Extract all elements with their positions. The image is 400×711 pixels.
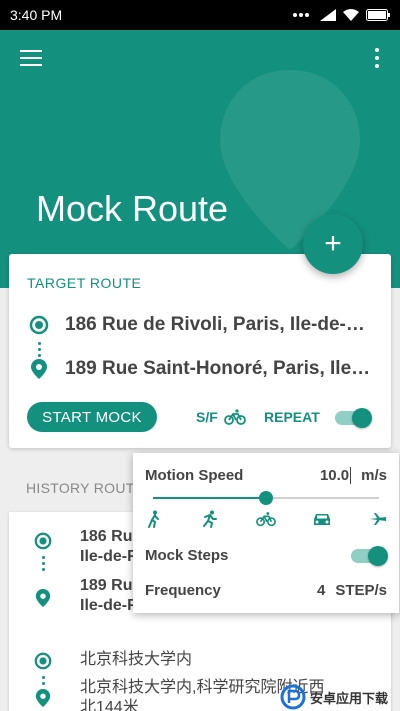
watermark-logo-icon <box>280 684 306 710</box>
frequency-label: Frequency <box>145 582 221 599</box>
sf-button[interactable]: S/F <box>196 409 246 425</box>
menu-button[interactable] <box>20 50 42 68</box>
plus-icon: + <box>324 227 342 260</box>
cell-signal-icon <box>320 9 336 21</box>
start-mock-button[interactable]: START MOCK <box>27 402 157 432</box>
frequency-unit: STEP/s <box>335 582 387 599</box>
slider-thumb[interactable] <box>259 491 273 505</box>
start-address-row[interactable]: 186 Rue de Rivoli, Paris, Ile-de-France,… <box>29 314 379 336</box>
repeat-label: REPEAT <box>264 409 320 425</box>
add-route-button[interactable]: + <box>303 214 363 274</box>
battery-icon <box>366 9 390 21</box>
motion-speed-value[interactable]: 10.0 <box>320 467 352 484</box>
end-address-row[interactable]: 189 Rue Saint-Honoré, Paris, Ile-de-Fran… <box>29 358 379 380</box>
page-title: Mock Route <box>36 188 229 229</box>
car-icon[interactable] <box>311 509 333 529</box>
route-connector <box>42 556 46 574</box>
motion-settings-popup: Motion Speed 10.0 m/s Mock Steps Frequen… <box>133 453 399 613</box>
sf-label: S/F <box>196 409 218 425</box>
motion-speed-label: Motion Speed <box>145 467 244 484</box>
end-address: 189 Rue Saint-Honoré, Paris, Ile-de-Fran… <box>65 358 375 379</box>
target-route-card: TARGET ROUTE 186 Rue de Rivoli, Paris, I… <box>9 254 391 448</box>
status-icons <box>293 9 390 21</box>
start-address: 186 Rue de Rivoli, Paris, Ile-de-France,… <box>65 314 375 335</box>
more-vert-icon <box>375 48 379 52</box>
mock-steps-label: Mock Steps <box>145 547 229 564</box>
motion-speed-slider[interactable] <box>153 491 379 505</box>
target-route-heading: TARGET ROUTE <box>27 275 142 291</box>
start-point-icon <box>29 315 49 335</box>
history-from-line1: 北京科技大学内 <box>80 651 193 668</box>
signal-dots-icon <box>293 13 309 17</box>
status-time: 3:40 PM <box>10 7 63 23</box>
start-point-icon <box>34 532 52 550</box>
map-pin-icon <box>35 589 51 607</box>
watermark: 安卓应用下载 <box>280 683 400 711</box>
plane-icon[interactable] <box>367 509 389 529</box>
frequency-value[interactable]: 4 <box>317 582 325 599</box>
bike-icon[interactable] <box>255 509 277 529</box>
history-to-line2: 北144米 <box>80 699 139 711</box>
watermark-text: 安卓应用下载 <box>310 690 389 706</box>
motion-speed-unit: m/s <box>361 467 387 484</box>
status-bar: 3:40 PM <box>0 0 400 30</box>
bike-icon <box>223 409 246 425</box>
map-pin-icon <box>35 689 51 707</box>
motion-speed-readout: 10.0 m/s <box>320 467 387 484</box>
repeat-toggle[interactable] <box>335 408 372 428</box>
hamburger-icon <box>20 50 42 52</box>
frequency-readout: 4 STEP/s <box>317 582 387 599</box>
motion-mode-selector <box>143 509 389 529</box>
route-connector <box>42 676 46 688</box>
wifi-icon <box>343 9 359 21</box>
start-point-icon <box>34 652 52 670</box>
map-pin-icon <box>31 359 47 379</box>
run-icon[interactable] <box>199 509 221 529</box>
more-options-button[interactable] <box>374 48 380 68</box>
walk-icon[interactable] <box>143 509 165 529</box>
history-heading: HISTORY ROUTE <box>26 480 145 496</box>
mock-steps-toggle[interactable] <box>351 546 388 566</box>
